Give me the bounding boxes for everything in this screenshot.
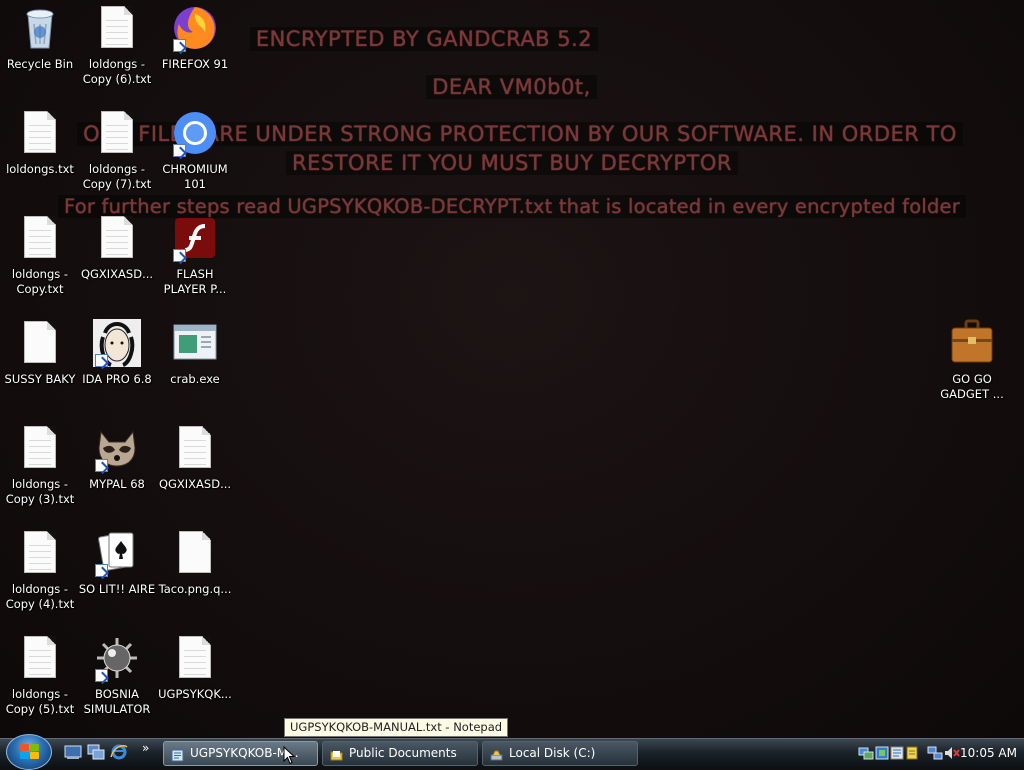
desktop-icon-label: loldongs - Copy (4).txt: [5, 582, 75, 611]
desktop-icon-chromium[interactable]: CHROMIUM 101: [155, 109, 235, 209]
desktop-icon-go-go-gadget[interactable]: GO GO GADGET ...: [932, 319, 1012, 419]
desktop-icon-mypal[interactable]: MYPAL 68: [77, 424, 157, 524]
desktop-icon-loldongs-copy-5[interactable]: loldongs - Copy (5).txt: [0, 634, 80, 734]
tray-app-icon-3[interactable]: [905, 745, 919, 761]
flash-icon: [171, 214, 219, 262]
desktop-icon-label: IDA PRO 6.8: [82, 372, 152, 386]
taskbar-button-public-documents[interactable]: Public Documents: [322, 741, 478, 766]
solitaire-cards-icon: [93, 529, 141, 577]
desktop-icon-label: Recycle Bin: [6, 57, 74, 71]
internet-explorer-icon[interactable]: [110, 744, 128, 760]
firefox-icon: [171, 4, 219, 52]
network-icon[interactable]: [858, 745, 874, 761]
desktop-icon-label: loldongs - Copy.txt: [11, 267, 69, 296]
start-button[interactable]: [6, 734, 52, 770]
desktop-icon-label: QGXIXASD...: [158, 477, 232, 491]
desktop-icon-loldongs-copy-3[interactable]: loldongs - Copy (3).txt: [0, 424, 80, 524]
taskbar-button-label: Public Documents: [349, 746, 457, 760]
desktop-icon-label: Taco.png.q...: [158, 582, 232, 596]
desktop-icon-label: FIREFOX 91: [161, 57, 229, 71]
blank-file-icon: [16, 319, 64, 367]
desktop-icon-sussy-baky[interactable]: SUSSY BAKY: [0, 319, 80, 419]
desktop-icon-label: MYPAL 68: [89, 477, 145, 491]
desktop-icon-qgxixasd-1[interactable]: QGXIXASD...: [77, 214, 157, 314]
desktop-icon-loldongs[interactable]: loldongs.txt: [0, 109, 80, 209]
minesweeper-mine-icon: [93, 634, 141, 682]
desktop-icon-ugpsykqk[interactable]: UGPSYKQK...: [155, 634, 235, 734]
desktop-icon-label: FLASH PLAYER P...: [163, 267, 227, 296]
taskbar-button-local-disk[interactable]: Local Disk (C:): [482, 741, 638, 766]
desktop-icon-label: loldongs - Copy (5).txt: [5, 687, 75, 716]
desktop-icon-label: loldongs - Copy (3).txt: [5, 477, 75, 506]
ida-pro-icon: [93, 319, 141, 367]
text-file-icon: [93, 109, 141, 157]
desktop-icon-loldongs-copy-6[interactable]: loldongs - Copy (6).txt: [77, 4, 157, 104]
desktop-icon-label: UGPSYKQK...: [158, 687, 232, 701]
text-file-icon: [16, 109, 64, 157]
text-file-icon: [16, 634, 64, 682]
volume-muted-icon[interactable]: [944, 745, 960, 761]
ransom-message-text-2: RESTORE IT YOU MUST BUY DECRYPTOR: [286, 151, 738, 175]
desktop-icon-loldongs-copy[interactable]: loldongs - Copy.txt: [0, 214, 80, 314]
blank-file-icon: [171, 529, 219, 577]
taskbar-clock[interactable]: 10:05 AM: [960, 741, 1017, 766]
quick-launch-overflow[interactable]: »: [142, 741, 160, 757]
desktop-icon-label: loldongs.txt: [6, 162, 74, 176]
text-file-icon: [16, 214, 64, 262]
desktop-icon-firefox[interactable]: FIREFOX 91: [155, 4, 235, 104]
desktop-icon-solitaire[interactable]: SO LIT!! AIRE: [77, 529, 157, 629]
desktop-icon-ida-pro[interactable]: IDA PRO 6.8: [77, 319, 157, 419]
text-file-icon: [93, 4, 141, 52]
exe-window-icon: [171, 319, 219, 367]
desktop-icon-crab-exe[interactable]: crab.exe: [155, 319, 235, 419]
windows-logo-icon: [20, 744, 40, 760]
desktop-icon-label: SO LIT!! AIRE: [78, 582, 156, 596]
text-file-icon: [16, 529, 64, 577]
taskbar-tooltip: UGPSYKQKOB-MANUAL.txt - Notepad: [284, 718, 509, 737]
ransom-title-text: ENCRYPTED BY GANDCRAB 5.2: [249, 27, 599, 51]
recycle-bin-icon: [16, 4, 64, 52]
desktop-icon-label: loldongs - Copy (6).txt: [82, 57, 152, 86]
text-file-icon: [93, 214, 141, 262]
desktop-icon-bosnia-simulator[interactable]: BOSNIA SIMULATOR: [77, 634, 157, 734]
tray-app-icon-2[interactable]: [890, 745, 904, 761]
desktop-icon-taco-png[interactable]: Taco.png.q...: [155, 529, 235, 629]
desktop-icon-label: SUSSY BAKY: [4, 372, 76, 386]
desktop-icon-loldongs-copy-7[interactable]: loldongs - Copy (7).txt: [77, 109, 157, 209]
desktop-icon-label: BOSNIA SIMULATOR: [83, 687, 151, 716]
desktop-icon-flash-player[interactable]: FLASH PLAYER P...: [155, 214, 235, 314]
desktop-icon-label: crab.exe: [170, 372, 220, 386]
mouse-cursor-icon: [283, 745, 296, 765]
briefcase-icon: [948, 319, 996, 367]
desktop-icon-label: QGXIXASD...: [80, 267, 154, 281]
tray-app-icon[interactable]: [875, 745, 889, 761]
desktop-icon-label: GO GO GADGET ...: [940, 372, 1004, 401]
desktop-icon-recycle-bin[interactable]: Recycle Bin: [0, 4, 80, 104]
text-file-icon: [171, 634, 219, 682]
folder-icon: [330, 747, 343, 761]
desktop-icon-qgxixasd-2[interactable]: QGXIXASD...: [155, 424, 235, 524]
text-file-icon: [16, 424, 64, 472]
ransom-greeting-text: DEAR VM0b0t,: [426, 75, 597, 99]
taskbar-button-label: Local Disk (C:): [509, 746, 596, 760]
text-file-icon: [171, 424, 219, 472]
desktop-icon-label: CHROMIUM 101: [162, 162, 228, 191]
network-status-icon[interactable]: [927, 745, 943, 761]
chromium-icon: [171, 109, 219, 157]
notepad-icon: [171, 747, 184, 762]
desktop-icon-loldongs-copy-4[interactable]: loldongs - Copy (4).txt: [0, 529, 80, 629]
show-desktop-icon[interactable]: [64, 744, 82, 760]
desktop-icon-label: loldongs - Copy (7).txt: [82, 162, 152, 191]
raccoon-icon: [93, 424, 141, 472]
drive-icon: [490, 747, 503, 761]
switch-windows-icon[interactable]: [87, 744, 105, 760]
